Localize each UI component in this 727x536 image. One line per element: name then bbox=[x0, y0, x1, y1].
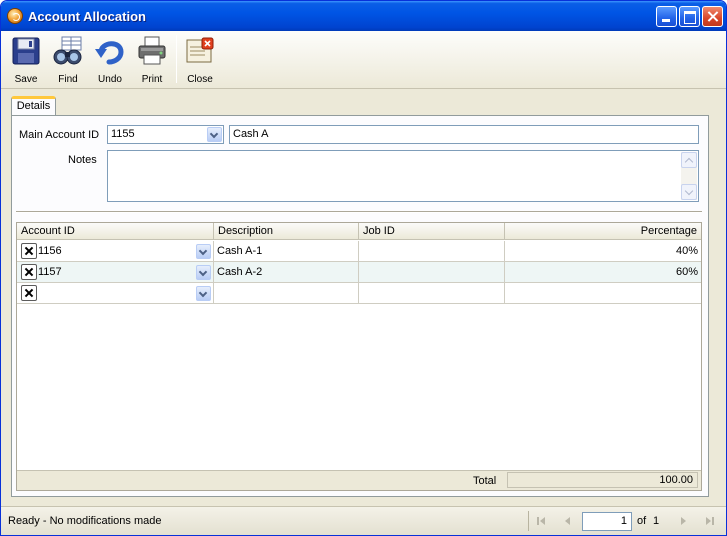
account-id-value: 1157 bbox=[38, 266, 62, 278]
chevron-down-icon bbox=[198, 288, 208, 298]
main-account-value: 1155 bbox=[111, 128, 135, 140]
scroll-up-icon[interactable] bbox=[681, 152, 697, 168]
maximize-button[interactable] bbox=[679, 6, 700, 27]
app-window: Account Allocation Save Find Undo Print … bbox=[0, 0, 727, 536]
cell-account-id[interactable]: 1156 bbox=[17, 241, 214, 261]
account-id-dropdown-button[interactable] bbox=[196, 286, 211, 301]
main-account-label: Main Account ID bbox=[19, 129, 100, 141]
printer-icon bbox=[138, 36, 166, 65]
chevron-down-icon bbox=[209, 129, 219, 139]
window-close-button[interactable] bbox=[702, 6, 723, 27]
minimize-button[interactable] bbox=[656, 6, 677, 27]
column-header-percentage[interactable]: Percentage bbox=[505, 223, 701, 240]
first-page-icon[interactable] bbox=[534, 513, 550, 529]
main-account-description-field[interactable]: Cash A bbox=[229, 125, 699, 144]
table-row[interactable]: 1156 Cash A-1 40% bbox=[17, 241, 701, 262]
toolbar: Save Find Undo Print Close bbox=[1, 31, 726, 89]
next-page-icon[interactable] bbox=[676, 513, 692, 529]
table-row[interactable]: 1157 Cash A-2 60% bbox=[17, 262, 701, 283]
cell-percentage[interactable] bbox=[505, 283, 701, 303]
total-value: 100.00 bbox=[507, 472, 698, 488]
print-label: Print bbox=[141, 74, 163, 85]
cell-job-id[interactable] bbox=[359, 283, 505, 303]
last-page-icon[interactable] bbox=[701, 513, 717, 529]
cell-job-id[interactable] bbox=[359, 262, 505, 282]
undo-arrow-icon bbox=[95, 41, 124, 65]
main-account-dropdown-button[interactable] bbox=[207, 127, 222, 142]
undo-button[interactable]: Undo bbox=[92, 34, 128, 86]
allocation-grid: Account ID Description Job ID Percentage… bbox=[16, 222, 702, 491]
main-account-combo[interactable]: 1155 bbox=[107, 125, 224, 144]
undo-label: Undo bbox=[98, 74, 122, 85]
delete-row-icon[interactable] bbox=[21, 285, 37, 301]
window-title: Account Allocation bbox=[28, 9, 146, 24]
print-button[interactable]: Print bbox=[134, 34, 170, 86]
delete-row-icon[interactable] bbox=[21, 264, 37, 280]
status-text: Ready - No modifications made bbox=[8, 515, 162, 527]
table-row-new[interactable] bbox=[17, 283, 701, 304]
close-label: Close bbox=[187, 74, 213, 85]
app-icon[interactable] bbox=[7, 8, 23, 24]
tab-details[interactable]: Details bbox=[11, 96, 56, 116]
close-button[interactable]: Close bbox=[182, 34, 218, 86]
floppy-disk-icon bbox=[12, 37, 40, 65]
chevron-down-icon bbox=[198, 246, 208, 256]
close-document-icon bbox=[186, 37, 214, 63]
cell-job-id[interactable] bbox=[359, 241, 505, 261]
cell-percentage[interactable]: 60% bbox=[505, 262, 701, 282]
page-count: 1 bbox=[653, 515, 660, 527]
column-header-job-id[interactable]: Job ID bbox=[359, 223, 505, 240]
account-id-dropdown-button[interactable] bbox=[196, 265, 211, 280]
cell-description[interactable]: Cash A-1 bbox=[214, 241, 359, 261]
save-button[interactable]: Save bbox=[8, 34, 44, 86]
notes-textarea[interactable] bbox=[107, 150, 699, 202]
grid-footer: Total 100.00 bbox=[17, 470, 701, 490]
account-id-dropdown-button[interactable] bbox=[196, 244, 211, 259]
cell-percentage[interactable]: 40% bbox=[505, 241, 701, 261]
page-of-label: of bbox=[637, 515, 647, 527]
column-header-description[interactable]: Description bbox=[214, 223, 359, 240]
find-button[interactable]: Find bbox=[50, 34, 86, 86]
find-label: Find bbox=[58, 74, 78, 85]
chevron-down-icon bbox=[198, 267, 208, 277]
notes-label: Notes bbox=[68, 154, 97, 166]
cell-account-id[interactable] bbox=[17, 283, 214, 303]
cell-description[interactable] bbox=[214, 283, 359, 303]
toolbar-separator bbox=[176, 35, 177, 83]
cell-description[interactable]: Cash A-2 bbox=[214, 262, 359, 282]
status-bar: Ready - No modifications made 1 of 1 bbox=[1, 506, 726, 535]
previous-page-icon[interactable] bbox=[559, 513, 575, 529]
page-number-input[interactable]: 1 bbox=[582, 512, 632, 531]
column-header-account-id[interactable]: Account ID bbox=[17, 223, 214, 240]
main-account-description: Cash A bbox=[233, 128, 269, 140]
scroll-down-icon[interactable] bbox=[681, 184, 697, 200]
notes-scrollbar[interactable] bbox=[681, 152, 697, 200]
save-label: Save bbox=[14, 74, 38, 85]
status-separator bbox=[528, 511, 529, 531]
binoculars-icon bbox=[53, 36, 82, 65]
account-id-value: 1156 bbox=[38, 245, 62, 257]
cell-account-id[interactable]: 1157 bbox=[17, 262, 214, 282]
total-label: Total bbox=[473, 475, 497, 487]
delete-row-icon[interactable] bbox=[21, 243, 37, 259]
grid-header: Account ID Description Job ID Percentage bbox=[17, 223, 701, 240]
title-bar[interactable]: Account Allocation bbox=[1, 1, 726, 31]
section-divider bbox=[16, 211, 702, 213]
